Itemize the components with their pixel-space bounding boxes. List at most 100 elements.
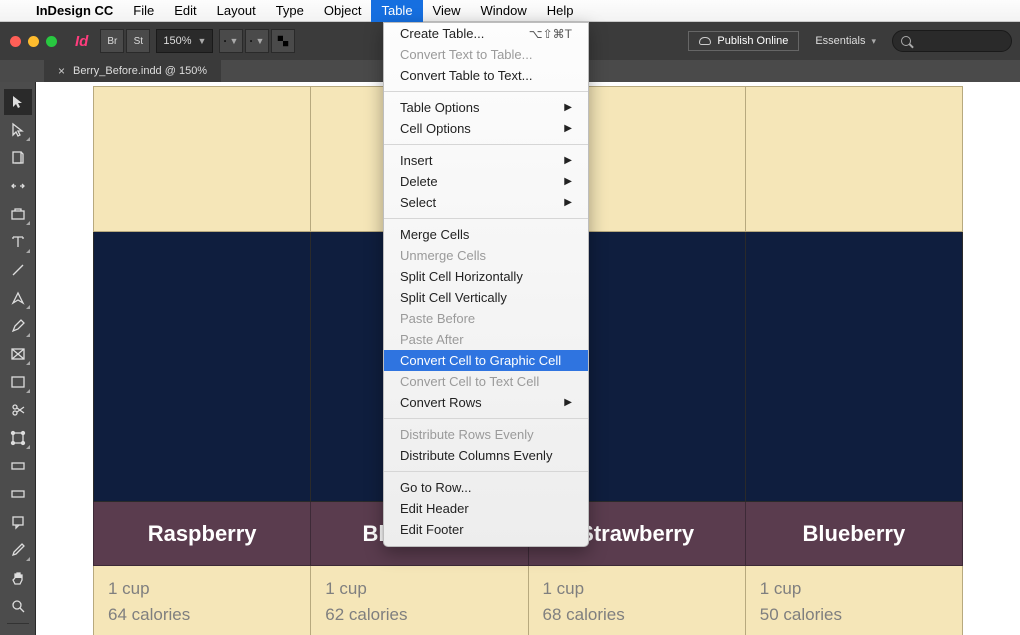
line-tool[interactable]: [4, 257, 32, 283]
table-menu-dropdown[interactable]: Create Table...⌥⇧⌘T Convert Text to Table…: [383, 22, 589, 547]
close-icon[interactable]: ×: [58, 64, 65, 78]
view-options-button[interactable]: ▼: [219, 29, 243, 53]
menu-item[interactable]: Merge Cells: [384, 224, 588, 245]
table-header-cell[interactable]: Blueberry: [745, 502, 962, 566]
menu-item-label: Split Cell Horizontally: [400, 269, 523, 284]
menu-separator: [384, 144, 588, 145]
gap-tool[interactable]: [4, 173, 32, 199]
pencil-tool[interactable]: [4, 313, 32, 339]
table-cell[interactable]: 1 cup62 calories: [311, 566, 528, 635]
eyedropper-tool[interactable]: [4, 537, 32, 563]
bridge-button[interactable]: Br: [100, 29, 124, 53]
page-tool[interactable]: [4, 145, 32, 171]
pen-tool[interactable]: [4, 285, 32, 311]
menu-item[interactable]: Distribute Columns Evenly: [384, 445, 588, 466]
menu-object[interactable]: Object: [314, 0, 372, 22]
gradient-swatch-tool[interactable]: [4, 453, 32, 479]
menu-item-label: Convert Cell to Graphic Cell: [400, 353, 561, 368]
submenu-arrow-icon: ▶: [564, 197, 572, 208]
chevron-down-icon: ▼: [255, 36, 264, 46]
menu-item-label: Convert Rows: [400, 395, 482, 410]
type-tool[interactable]: [4, 229, 32, 255]
menu-separator: [384, 471, 588, 472]
menu-edit[interactable]: Edit: [164, 0, 206, 22]
menu-item[interactable]: Edit Footer: [384, 519, 588, 540]
menu-item[interactable]: Split Cell Horizontally: [384, 266, 588, 287]
content-collector-tool[interactable]: [4, 201, 32, 227]
menu-item-label: Select: [400, 195, 436, 210]
menu-window[interactable]: Window: [471, 0, 537, 22]
maximize-window-icon[interactable]: [46, 36, 57, 47]
gradient-feather-tool[interactable]: [4, 481, 32, 507]
scissors-tool[interactable]: [4, 397, 32, 423]
table-header-cell[interactable]: Raspberry: [94, 502, 311, 566]
mac-menubar: InDesign CC FileEditLayoutTypeObjectTabl…: [0, 0, 1020, 22]
menu-item-label: Paste After: [400, 332, 464, 347]
menu-item[interactable]: Create Table...⌥⇧⌘T: [384, 23, 588, 44]
menu-item[interactable]: Convert Rows▶: [384, 392, 588, 413]
app-name[interactable]: InDesign CC: [26, 3, 123, 18]
minimize-window-icon[interactable]: [28, 36, 39, 47]
menu-item-label: Go to Row...: [400, 480, 472, 495]
menu-item-label: Split Cell Vertically: [400, 290, 507, 305]
cloud-upload-icon: [699, 37, 711, 45]
menu-item: Convert Cell to Text Cell: [384, 371, 588, 392]
direct-selection-tool[interactable]: [4, 117, 32, 143]
menu-view[interactable]: View: [423, 0, 471, 22]
menu-file[interactable]: File: [123, 0, 164, 22]
chevron-down-icon: ▾: [871, 36, 876, 47]
menu-item-label: Paste Before: [400, 311, 475, 326]
screen-mode-button[interactable]: ▼: [245, 29, 269, 53]
menu-item-label: Cell Options: [400, 121, 471, 136]
zoom-level-select[interactable]: 150% ▼: [156, 29, 213, 53]
menu-item-label: Insert: [400, 153, 433, 168]
workspace-switcher[interactable]: Essentials ▾: [805, 35, 886, 47]
menu-item-label: Distribute Rows Evenly: [400, 427, 534, 442]
table-cell[interactable]: 1 cup50 calories: [745, 566, 962, 635]
menu-item[interactable]: Convert Cell to Graphic Cell: [384, 350, 588, 371]
table-cell[interactable]: 1 cup68 calories: [528, 566, 745, 635]
menu-item[interactable]: Delete▶: [384, 171, 588, 192]
submenu-arrow-icon: ▶: [564, 102, 572, 113]
stock-button[interactable]: St: [126, 29, 150, 53]
table-row[interactable]: 1 cup64 calories 1 cup62 calories 1 cup6…: [94, 566, 963, 635]
menu-item[interactable]: Convert Table to Text...: [384, 65, 588, 86]
close-window-icon[interactable]: [10, 36, 21, 47]
menu-table[interactable]: Table: [371, 0, 422, 22]
document-tab-label: Berry_Before.indd @ 150%: [73, 65, 207, 77]
table-cell[interactable]: 1 cup64 calories: [94, 566, 311, 635]
menu-item[interactable]: Table Options▶: [384, 97, 588, 118]
menu-item[interactable]: Edit Header: [384, 498, 588, 519]
tools-panel: [0, 82, 36, 635]
menu-item[interactable]: Go to Row...: [384, 477, 588, 498]
submenu-arrow-icon: ▶: [564, 176, 572, 187]
menu-item[interactable]: Select ▶: [384, 192, 588, 213]
note-tool[interactable]: [4, 509, 32, 535]
menu-item[interactable]: Insert▶: [384, 150, 588, 171]
chevron-down-icon: ▼: [197, 36, 206, 46]
document-tab[interactable]: × Berry_Before.indd @ 150%: [44, 60, 221, 82]
menu-item[interactable]: Split Cell Vertically: [384, 287, 588, 308]
menu-item-label: Convert Text to Table...: [400, 47, 532, 62]
menu-layout[interactable]: Layout: [207, 0, 266, 22]
workspace-label: Essentials: [815, 35, 865, 47]
menu-type[interactable]: Type: [266, 0, 314, 22]
rectangle-frame-tool[interactable]: [4, 341, 32, 367]
arrange-button[interactable]: [271, 29, 295, 53]
window-controls[interactable]: [8, 36, 63, 47]
rectangle-tool[interactable]: [4, 369, 32, 395]
menu-help[interactable]: Help: [537, 0, 584, 22]
menu-item[interactable]: Cell Options ▶: [384, 118, 588, 139]
submenu-arrow-icon: ▶: [564, 123, 572, 134]
zoom-value: 150%: [163, 35, 191, 47]
search-input[interactable]: [892, 30, 1012, 52]
hand-tool[interactable]: [4, 565, 32, 591]
selection-tool[interactable]: [4, 89, 32, 115]
publish-online-button[interactable]: Publish Online: [688, 31, 799, 51]
free-transform-tool[interactable]: [4, 425, 32, 451]
menu-item: Convert Text to Table...: [384, 44, 588, 65]
menu-item-label: Edit Footer: [400, 522, 464, 537]
menu-item: Paste After: [384, 329, 588, 350]
chevron-down-icon: ▼: [229, 36, 238, 46]
zoom-tool[interactable]: [4, 593, 32, 619]
